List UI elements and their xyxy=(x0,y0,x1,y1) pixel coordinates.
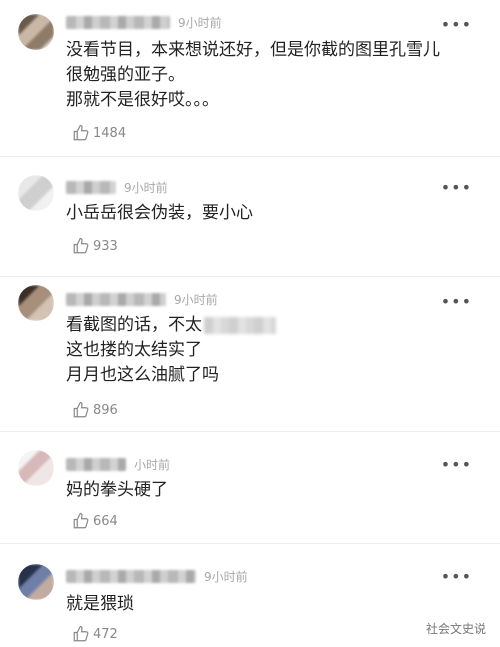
thumbs-up-icon xyxy=(73,401,89,418)
comment-time: 9小时前 xyxy=(204,570,248,584)
username-redacted[interactable] xyxy=(66,293,166,306)
username-redacted[interactable] xyxy=(66,458,126,471)
comment-item: 9小时前 ••• 看截图的话，不太 这也搂的太结实了 月月也这么油腻了吗 896 xyxy=(0,277,500,432)
comment-text: 看截图的话，不太 这也搂的太结实了 月月也这么油腻了吗 xyxy=(66,313,276,388)
more-options-icon[interactable]: ••• xyxy=(441,457,472,473)
like-count: 1484 xyxy=(93,125,127,141)
more-options-icon[interactable]: ••• xyxy=(441,569,472,585)
comment-item: 小时前 ••• 妈的拳头硬了 664 xyxy=(0,432,500,544)
thumbs-up-icon xyxy=(73,625,89,642)
thumbs-up-icon xyxy=(73,512,89,529)
username-redacted[interactable] xyxy=(66,181,116,194)
comment-text: 就是猥琐 xyxy=(66,594,134,614)
avatar[interactable] xyxy=(18,175,54,211)
avatar[interactable] xyxy=(18,285,54,321)
like-button[interactable]: 472 xyxy=(72,625,118,643)
thumbs-up-icon xyxy=(73,124,89,141)
comment-text: 妈的拳头硬了 xyxy=(66,480,168,500)
comment-time: 9小时前 xyxy=(174,293,218,307)
like-count: 933 xyxy=(93,238,118,254)
like-button[interactable]: 896 xyxy=(72,401,118,419)
like-count: 472 xyxy=(93,626,118,642)
like-count: 664 xyxy=(93,513,118,529)
comment-text: 没看节目，本来想说还好，但是你截的图里孔雪儿 很勉强的亚子。 那就不是很好哎。。… xyxy=(66,40,440,110)
comment-text: 小岳岳很会伪装，要小心 xyxy=(66,203,253,223)
watermark: 社会文史说 xyxy=(425,622,486,636)
comment-time: 9小时前 xyxy=(124,181,168,195)
like-button[interactable]: 933 xyxy=(72,237,118,255)
redacted-text xyxy=(204,316,276,334)
username-redacted[interactable] xyxy=(66,16,170,29)
like-button[interactable]: 664 xyxy=(72,512,118,530)
comment-time: 小时前 xyxy=(134,458,171,472)
avatar[interactable] xyxy=(18,14,54,50)
comment-time: 9小时前 xyxy=(178,16,222,30)
more-options-icon[interactable]: ••• xyxy=(441,180,472,196)
username-redacted[interactable] xyxy=(66,570,196,583)
like-count: 896 xyxy=(93,402,118,418)
avatar[interactable] xyxy=(18,450,54,486)
comment-feed: 9小时前 ••• 没看节目，本来想说还好，但是你截的图里孔雪儿 很勉强的亚子。 … xyxy=(0,0,500,647)
comment-item: 9小时前 ••• 小岳岳很会伪装，要小心 933 xyxy=(0,157,500,277)
more-options-icon[interactable]: ••• xyxy=(441,294,472,310)
avatar[interactable] xyxy=(18,564,54,600)
more-options-icon[interactable]: ••• xyxy=(441,17,472,33)
thumbs-up-icon xyxy=(73,237,89,254)
like-button[interactable]: 1484 xyxy=(72,124,126,142)
comment-item: 9小时前 ••• 没看节目，本来想说还好，但是你截的图里孔雪儿 很勉强的亚子。 … xyxy=(0,0,500,157)
